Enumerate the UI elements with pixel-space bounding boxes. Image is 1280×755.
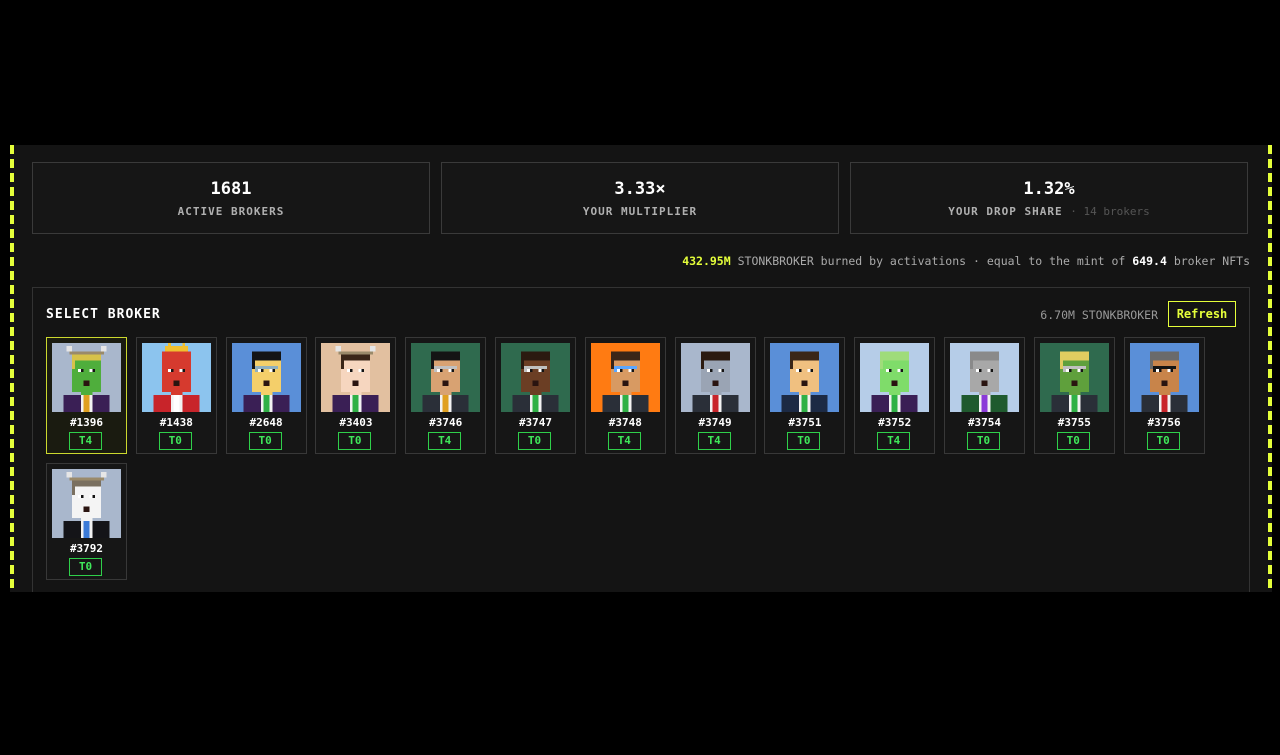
broker-id: #3792 bbox=[69, 542, 104, 555]
broker-id: #3748 bbox=[608, 416, 642, 429]
stat-label: YOUR DROP SHARE · 14 brokers bbox=[851, 205, 1247, 218]
broker-card[interactable]: #3752 T4 bbox=[854, 337, 936, 454]
broker-id: #3747 bbox=[518, 416, 553, 429]
broker-avatar bbox=[501, 343, 570, 412]
broker-id: #1396 bbox=[69, 416, 104, 429]
tier-badge: T4 bbox=[607, 432, 641, 450]
broker-avatar bbox=[141, 343, 211, 412]
tier-badge: T0 bbox=[1146, 432, 1180, 450]
burn-text-end: broker NFTs bbox=[1173, 254, 1250, 268]
stat-multiplier: 3.33× YOUR MULTIPLIER bbox=[441, 162, 839, 234]
broker-avatar bbox=[321, 343, 391, 412]
stat-drop-share: 1.32% YOUR DROP SHARE · 14 brokers bbox=[850, 162, 1248, 234]
tier-badge: T0 bbox=[518, 432, 551, 450]
broker-card[interactable]: #1396 T4 bbox=[46, 337, 127, 454]
burn-amount: 432.95M bbox=[682, 254, 731, 268]
tier-badge: T0 bbox=[248, 432, 282, 450]
broker-id: #3754 bbox=[967, 416, 1002, 429]
broker-card[interactable]: #3792 T0 bbox=[46, 463, 127, 580]
broker-card[interactable]: #3756 T0 bbox=[1123, 337, 1205, 454]
dashed-border-right bbox=[1268, 145, 1272, 592]
stat-label-text: ACTIVE BROKERS bbox=[177, 205, 285, 218]
broker-avatar bbox=[860, 343, 930, 412]
broker-card[interactable]: #2648 T0 bbox=[225, 337, 307, 454]
stat-label: YOUR MULTIPLIER bbox=[442, 205, 838, 218]
dashboard-panel: 1681 ACTIVE BROKERS 3.33× YOUR MULTIPLIE… bbox=[10, 145, 1272, 592]
broker-id: #3751 bbox=[788, 416, 822, 429]
tier-badge: T0 bbox=[1056, 432, 1090, 450]
burn-text: STONKBROKER burned by activations · equa… bbox=[737, 254, 1126, 268]
broker-card[interactable]: #3403 T0 bbox=[315, 337, 397, 454]
broker-card[interactable]: #3755 T0 bbox=[1033, 337, 1115, 454]
broker-card[interactable]: #3754 T0 bbox=[944, 337, 1025, 454]
broker-id: #3756 bbox=[1147, 416, 1181, 429]
broker-card[interactable]: #3751 T0 bbox=[764, 337, 846, 454]
broker-card[interactable]: #3747 T0 bbox=[495, 337, 576, 454]
stat-label-text: YOUR MULTIPLIER bbox=[582, 205, 698, 218]
broker-id: #3746 bbox=[429, 416, 463, 429]
broker-id: #2648 bbox=[249, 416, 283, 429]
stat-active-brokers: 1681 ACTIVE BROKERS bbox=[32, 162, 430, 234]
stat-label: ACTIVE BROKERS bbox=[33, 205, 429, 218]
stat-value: 1681 bbox=[210, 179, 252, 199]
tier-badge: T0 bbox=[69, 558, 102, 576]
broker-avatar bbox=[52, 343, 121, 412]
tier-badge: T4 bbox=[697, 432, 731, 450]
broker-avatar bbox=[590, 343, 660, 412]
stat-value: 3.33× bbox=[614, 179, 666, 199]
broker-avatar bbox=[680, 343, 750, 412]
dashed-border-left bbox=[10, 145, 14, 592]
broker-id: #3403 bbox=[339, 416, 373, 429]
burn-nft-count: 649.4 bbox=[1132, 254, 1167, 268]
broker-avatar bbox=[231, 343, 301, 412]
select-broker-section: SELECT BROKER 6.70M STONKBROKER Refresh … bbox=[32, 287, 1250, 592]
token-balance: 6.70M STONKBROKER bbox=[1040, 308, 1158, 322]
broker-card[interactable]: #3746 T4 bbox=[405, 337, 487, 454]
broker-avatar bbox=[411, 343, 481, 412]
broker-avatar bbox=[950, 343, 1019, 412]
broker-card[interactable]: #3749 T4 bbox=[674, 337, 756, 454]
tier-badge: T0 bbox=[158, 432, 192, 450]
tier-badge: T4 bbox=[69, 432, 102, 450]
burn-summary: 432.95M STONKBROKER burned by activation… bbox=[682, 254, 1250, 268]
broker-id: #3749 bbox=[698, 416, 732, 429]
tier-badge: T0 bbox=[338, 432, 372, 450]
tier-badge: T4 bbox=[877, 432, 911, 450]
stat-sub: · 14 brokers bbox=[1070, 205, 1150, 218]
broker-id: #1438 bbox=[159, 416, 193, 429]
broker-avatar bbox=[52, 469, 121, 538]
refresh-button[interactable]: Refresh bbox=[1168, 301, 1236, 327]
broker-card[interactable]: #3748 T4 bbox=[584, 337, 666, 454]
section-title: SELECT BROKER bbox=[46, 307, 161, 322]
tier-badge: T0 bbox=[787, 432, 821, 450]
broker-id: #3752 bbox=[878, 416, 912, 429]
stat-value: 1.32% bbox=[1023, 179, 1075, 199]
broker-avatar bbox=[1039, 343, 1109, 412]
stat-label-text: YOUR DROP SHARE bbox=[948, 205, 1063, 218]
broker-avatar bbox=[770, 343, 840, 412]
broker-id: #3755 bbox=[1057, 416, 1091, 429]
broker-card[interactable]: #1438 T0 bbox=[135, 337, 217, 454]
tier-badge: T4 bbox=[428, 432, 462, 450]
tier-badge: T0 bbox=[967, 432, 1000, 450]
broker-avatar bbox=[1129, 343, 1199, 412]
